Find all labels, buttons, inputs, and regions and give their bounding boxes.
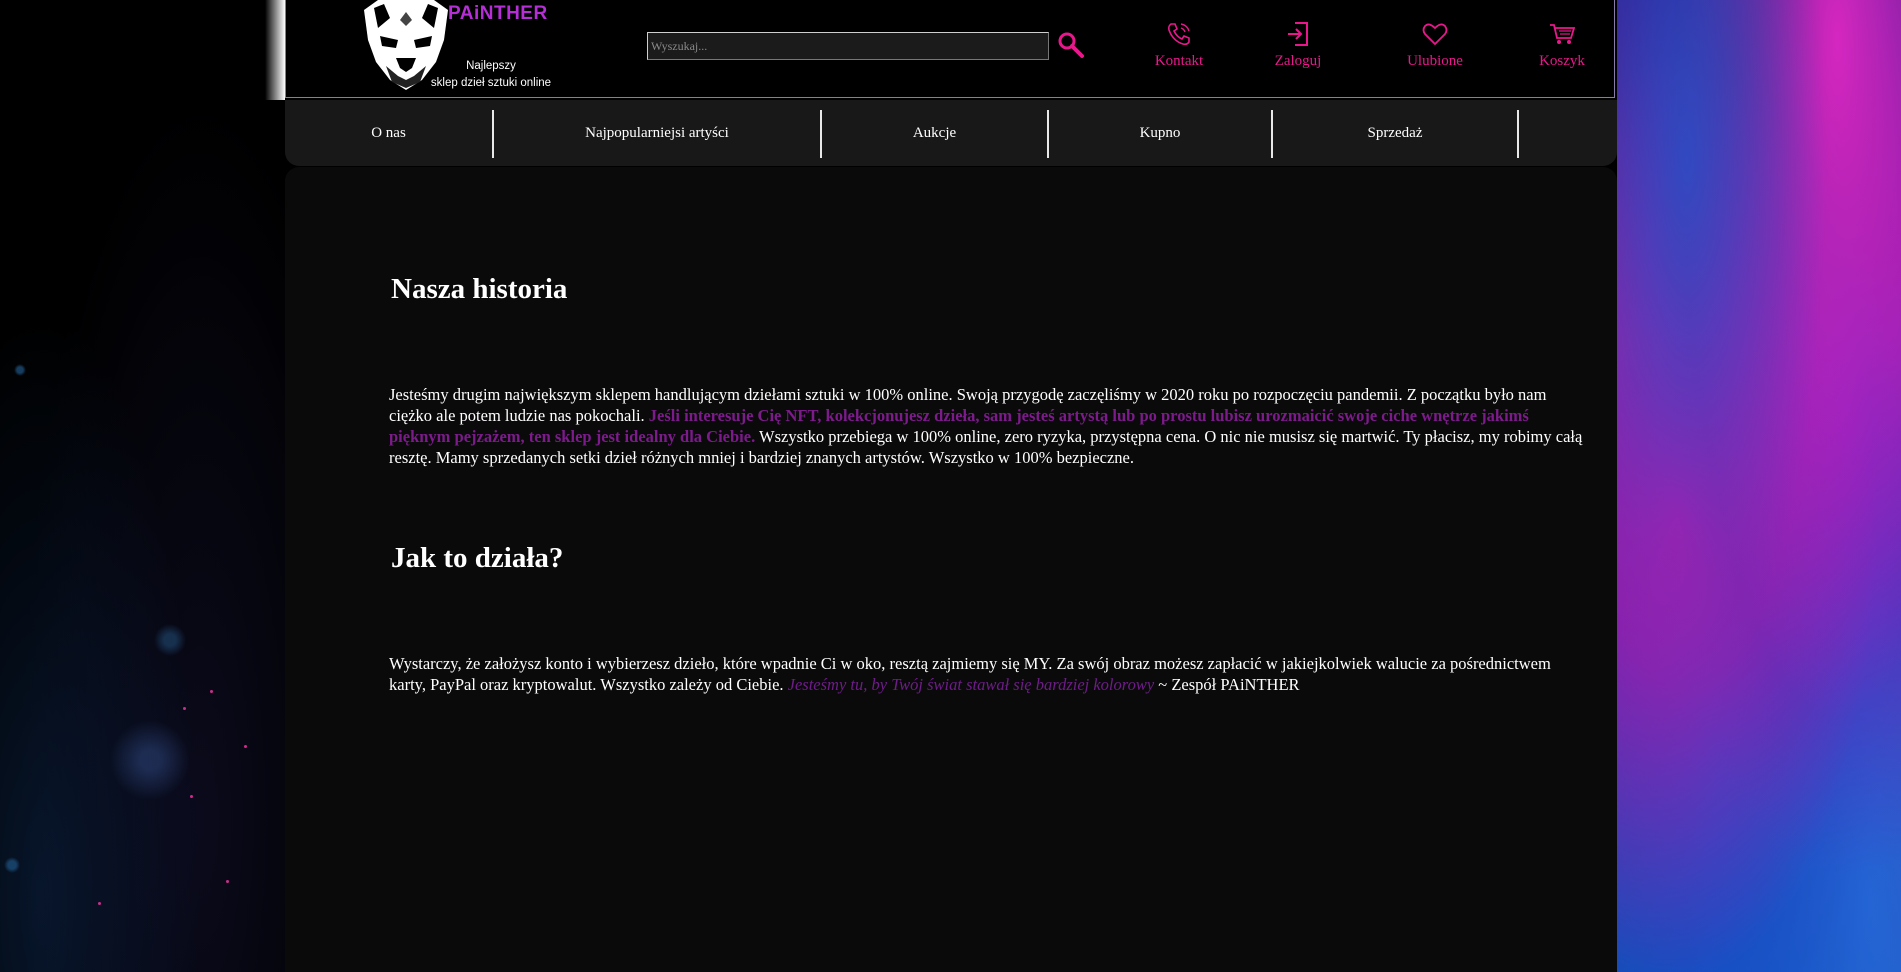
main-nav: O nas Najpopularniejsi artyści Aukcje Ku… — [285, 100, 1617, 166]
brand-name: PAiNTHER — [448, 3, 548, 24]
contact-button[interactable]: Kontakt — [1148, 20, 1210, 70]
history-heading: Nasza historia — [391, 273, 568, 305]
tagline-line1: Najlepszy — [466, 60, 516, 72]
brand-tagline: Najlepszy sklep dzieł sztuki online — [416, 58, 566, 92]
login-button[interactable]: Zaloguj — [1267, 20, 1329, 70]
team-quote: Jesteśmy tu, by Twój świat stawał się ba… — [787, 675, 1155, 694]
main-content: Nasza historia Jesteśmy drugim największ… — [285, 167, 1617, 972]
how-it-works-heading: Jak to działa? — [391, 542, 564, 574]
nav-item-auctions[interactable]: Aukcje — [822, 100, 1047, 166]
tagline-line2: sklep dzieł sztuki online — [430, 77, 552, 89]
nav-item-buy[interactable]: Kupno — [1049, 100, 1271, 166]
cart-icon — [1550, 24, 1576, 44]
favorites-label: Ulubione — [1407, 53, 1463, 69]
cart-button[interactable]: Koszyk — [1531, 20, 1593, 70]
login-label: Zaloguj — [1274, 53, 1322, 69]
header-shadow — [265, 0, 285, 100]
login-icon — [1288, 22, 1308, 46]
site-header: PAiNTHER Najlepszy sklep dzieł sztuki on… — [285, 0, 1615, 98]
how-it-works-paragraph: Wystarczy, że założysz konto i wybierzes… — [389, 653, 1589, 695]
search-icon[interactable] — [1056, 30, 1086, 60]
cart-label: Koszyk — [1539, 53, 1585, 69]
team-signature: ~ Zespół PAiNTHER — [1154, 675, 1300, 694]
nav-item-sell[interactable]: Sprzedaż — [1273, 100, 1517, 166]
favorites-button[interactable]: Ulubione — [1400, 20, 1470, 70]
history-paragraph: Jesteśmy drugim największym sklepem hand… — [389, 384, 1589, 468]
contact-label: Kontakt — [1154, 53, 1204, 69]
nav-item-popular-artists[interactable]: Najpopularniejsi artyści — [494, 100, 820, 166]
nav-divider — [1517, 110, 1519, 158]
heart-icon — [1422, 23, 1448, 46]
background-right — [1617, 0, 1901, 972]
nav-item-about[interactable]: O nas — [285, 100, 492, 166]
background-left — [0, 0, 285, 972]
search-input[interactable] — [647, 32, 1049, 60]
phone-icon — [1167, 23, 1190, 46]
